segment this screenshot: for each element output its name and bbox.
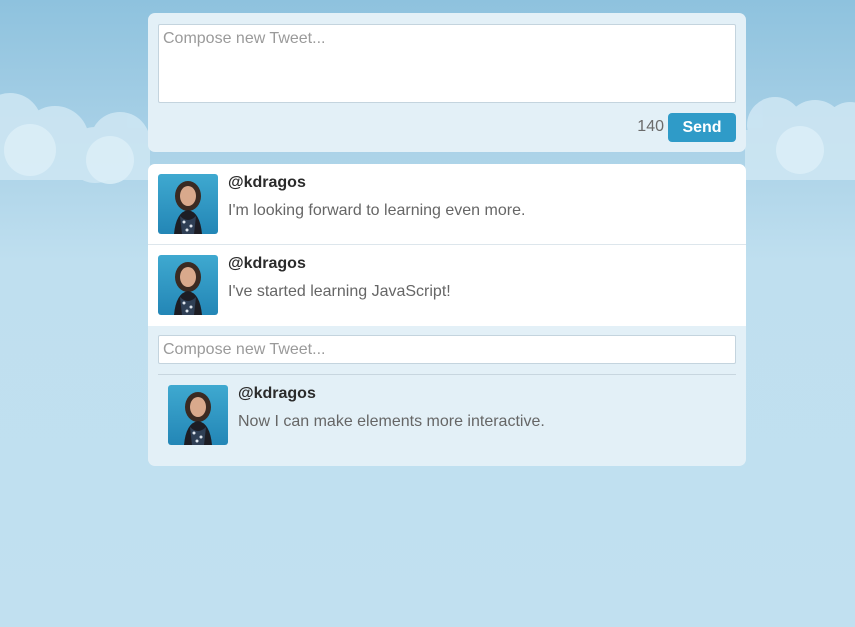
compose-tweet-textarea[interactable]	[158, 24, 736, 103]
user-avatar-icon	[174, 181, 202, 234]
send-button[interactable]: Send	[668, 113, 736, 142]
tweet-text: Now I can make elements more interactive…	[238, 413, 545, 430]
avatar[interactable]	[158, 174, 218, 234]
compose-panel: 140 Send	[148, 13, 746, 152]
tweet-feed: @kdragos I'm looking forward to learning…	[148, 164, 746, 466]
tweet-item[interactable]: @kdragos I've started learning JavaScrip…	[148, 245, 746, 326]
character-count: 140	[637, 118, 664, 135]
avatar[interactable]	[158, 255, 218, 315]
reply-compose-input[interactable]	[158, 335, 736, 364]
user-avatar-icon	[174, 262, 202, 315]
tweet-username[interactable]: @kdragos	[228, 174, 306, 192]
tweet-text: I've started learning JavaScript!	[228, 283, 451, 300]
tweet-username[interactable]: @kdragos	[228, 255, 306, 273]
tweet-text: I'm looking forward to learning even mor…	[228, 202, 526, 219]
reply-tweet-item[interactable]: @kdragos Now I can make elements more in…	[148, 375, 746, 455]
user-avatar-icon	[184, 392, 212, 445]
tweet-username[interactable]: @kdragos	[238, 385, 316, 403]
avatar[interactable]	[168, 385, 228, 445]
tweet-item[interactable]: @kdragos I'm looking forward to learning…	[148, 164, 746, 245]
